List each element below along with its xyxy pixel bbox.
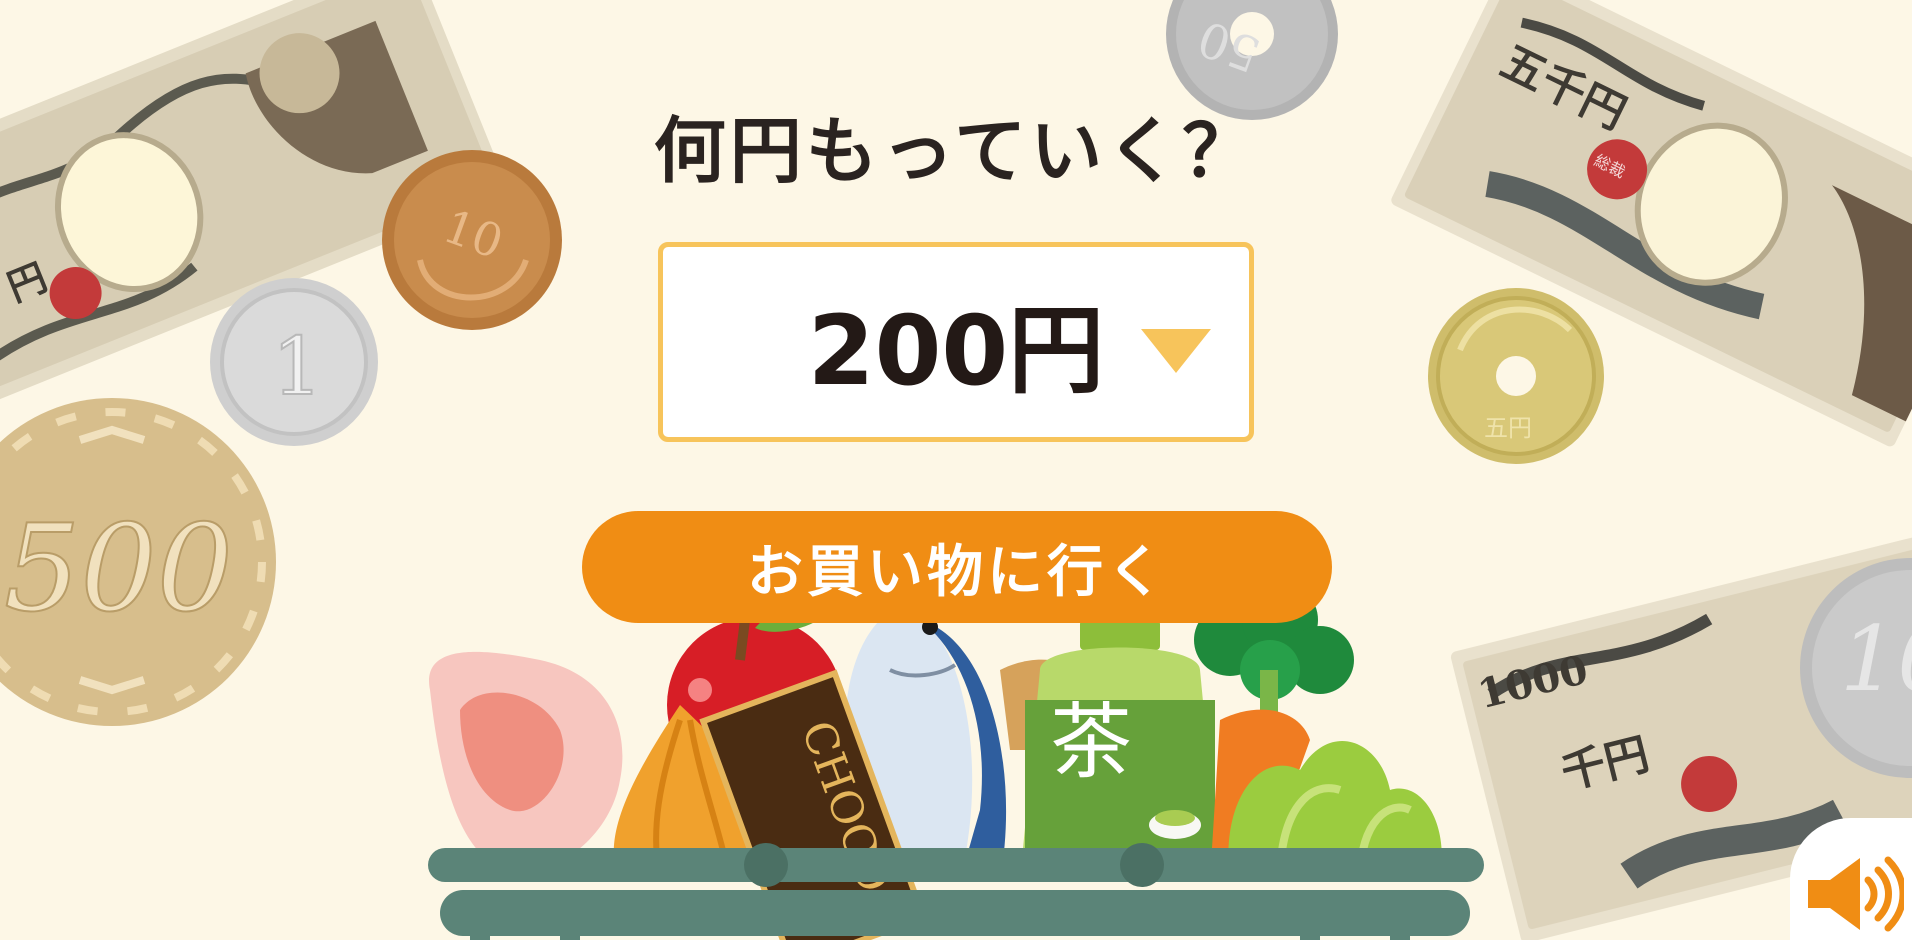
coin-5-yen: 五円: [1428, 288, 1604, 464]
coin-100-text: 100: [1840, 607, 1912, 712]
question-title: 何円もっていく？: [653, 109, 1259, 193]
coin-1-text: 1: [272, 320, 323, 413]
coin-5-text: 五円: [1484, 414, 1532, 442]
grocery-basket-illustration: CHOCO 茶: [428, 582, 1484, 940]
meat: [429, 651, 623, 872]
triangle-down-icon: [1141, 329, 1211, 373]
sound-toggle-button[interactable]: [1790, 818, 1912, 940]
amount-selected-value: 200円: [807, 294, 1105, 407]
tea-label: 茶: [1050, 695, 1132, 790]
coin-500-yen: 500: [0, 398, 276, 726]
go-shopping-button[interactable]: お買い物に行く: [582, 511, 1332, 623]
amount-select[interactable]: 200円: [658, 242, 1254, 442]
speaker-icon: [1808, 856, 1904, 932]
coin-500-text: 500: [4, 500, 233, 639]
coin-1-yen: 1: [210, 278, 378, 446]
basket: [428, 843, 1484, 940]
tea-bottle: 茶: [1020, 620, 1220, 880]
